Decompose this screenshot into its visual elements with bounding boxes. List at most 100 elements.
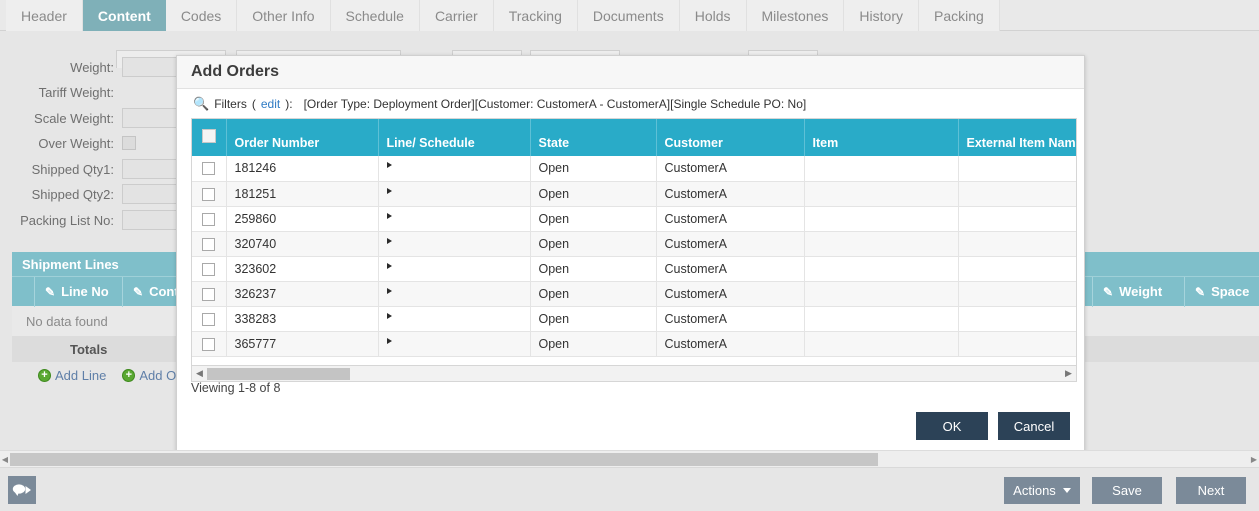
tab-codes[interactable]: Codes: [165, 0, 238, 31]
tab-label: Other Info: [252, 7, 315, 24]
expand-arrow-icon[interactable]: [386, 287, 392, 294]
tab-milestones[interactable]: Milestones: [746, 0, 845, 31]
row-checkbox[interactable]: [202, 212, 216, 226]
header-item[interactable]: Item: [804, 119, 959, 156]
tab-content[interactable]: Content: [82, 0, 166, 31]
page-scroll-right-arrow-icon[interactable]: ▶: [1249, 452, 1259, 467]
page-scroll-track[interactable]: [10, 452, 1249, 467]
expand-arrow-icon[interactable]: [386, 262, 392, 269]
header-external-item-name[interactable]: External Item Name: [958, 119, 1076, 156]
tab-header[interactable]: Header: [6, 0, 83, 31]
cell-line-schedule[interactable]: [378, 281, 531, 307]
tab-schedule[interactable]: Schedule: [330, 0, 420, 31]
row-checkbox-cell[interactable]: [192, 306, 227, 332]
expand-arrow-icon[interactable]: [386, 337, 392, 344]
field-label-packing-list-no: Packing List No:: [20, 212, 114, 228]
cell-order-number: 338283: [226, 306, 379, 332]
cancel-button[interactable]: Cancel: [998, 412, 1070, 440]
cell-order-number: 320740: [226, 231, 379, 257]
expand-arrow-icon[interactable]: [386, 187, 392, 194]
page-scroll-left-arrow-icon[interactable]: ◀: [0, 452, 10, 467]
tab-packing[interactable]: Packing: [918, 0, 1000, 31]
cell-line-schedule[interactable]: [378, 306, 531, 332]
cell-state: Open: [530, 231, 657, 257]
row-checkbox-cell[interactable]: [192, 156, 227, 182]
row-checkbox[interactable]: [202, 312, 216, 326]
cell-line-schedule[interactable]: [378, 256, 531, 282]
cell-line-schedule[interactable]: [378, 181, 531, 207]
row-checkbox-cell[interactable]: [192, 256, 227, 282]
cell-line-schedule[interactable]: [378, 231, 531, 257]
row-checkbox[interactable]: [202, 262, 216, 276]
tab-holds[interactable]: Holds: [679, 0, 747, 31]
select-all-checkbox[interactable]: [201, 129, 216, 143]
cell-customer: CustomerA: [656, 331, 805, 357]
expand-arrow-icon[interactable]: [386, 312, 392, 319]
column-weight[interactable]: ✎ Weight: [1092, 276, 1184, 307]
header-line-schedule[interactable]: Line/ Schedule: [378, 119, 531, 156]
application-window: Header Content Codes Other Info Schedule…: [0, 0, 1259, 511]
dialog-button-group: OK Cancel: [916, 412, 1070, 440]
tab-history[interactable]: History: [844, 0, 919, 31]
table-row[interactable]: 323602 Open CustomerA: [192, 256, 1076, 282]
table-row[interactable]: 320740 Open CustomerA: [192, 231, 1076, 257]
page-scroll-thumb[interactable]: [10, 452, 878, 466]
plus-circle-icon: +: [38, 368, 51, 382]
pencil-icon: ✎: [1103, 284, 1114, 299]
table-row[interactable]: 181251 Open CustomerA: [192, 181, 1076, 207]
add-line-link[interactable]: + Add Line: [38, 368, 106, 383]
cell-line-schedule[interactable]: [378, 331, 531, 357]
row-checkbox[interactable]: [202, 237, 216, 251]
chat-button[interactable]: [8, 476, 36, 504]
grid-scroll-track[interactable]: [207, 367, 1061, 381]
ok-button[interactable]: OK: [916, 412, 988, 440]
row-checkbox-cell[interactable]: [192, 331, 227, 357]
row-checkbox-cell[interactable]: [192, 181, 227, 207]
next-button[interactable]: Next: [1176, 477, 1246, 504]
orders-table: Order Number Line/ Schedule State Custom…: [192, 119, 1076, 357]
column-space[interactable]: ✎ Space: [1184, 276, 1259, 307]
table-row[interactable]: 338283 Open CustomerA: [192, 306, 1076, 332]
row-checkbox-cell[interactable]: [192, 231, 227, 257]
scroll-left-arrow-icon[interactable]: ◀: [192, 367, 207, 381]
page-horizontal-scrollbar[interactable]: ◀ ▶: [0, 450, 1259, 467]
table-row[interactable]: 259860 Open CustomerA: [192, 206, 1076, 232]
scroll-right-arrow-icon[interactable]: ▶: [1061, 367, 1076, 381]
row-checkbox[interactable]: [202, 162, 216, 176]
cell-state: Open: [530, 206, 657, 232]
table-row[interactable]: 181246 Open CustomerA: [192, 156, 1076, 182]
tab-tracking[interactable]: Tracking: [493, 0, 578, 31]
cell-line-schedule[interactable]: [378, 206, 531, 232]
select-all-header[interactable]: [192, 119, 227, 156]
save-button[interactable]: Save: [1092, 477, 1162, 504]
over-weight-checkbox[interactable]: [122, 136, 136, 150]
table-row[interactable]: 326237 Open CustomerA: [192, 281, 1076, 307]
cell-state: Open: [530, 181, 657, 207]
header-state[interactable]: State: [530, 119, 657, 156]
grid-horizontal-scrollbar[interactable]: ◀ ▶: [191, 366, 1077, 382]
cell-line-schedule[interactable]: [378, 156, 531, 182]
table-row[interactable]: 365777 Open CustomerA: [192, 331, 1076, 357]
pencil-icon: ✎: [133, 284, 144, 299]
tab-documents[interactable]: Documents: [577, 0, 680, 31]
cell-external-item-name: [958, 156, 1076, 182]
tab-label: Content: [97, 7, 151, 24]
row-checkbox[interactable]: [202, 187, 216, 201]
tab-other-info[interactable]: Other Info: [237, 0, 331, 31]
tab-carrier[interactable]: Carrier: [419, 0, 494, 31]
expand-arrow-icon[interactable]: [386, 237, 392, 244]
row-checkbox-cell[interactable]: [192, 281, 227, 307]
column-line-no[interactable]: ✎ Line No: [34, 276, 122, 307]
row-checkbox[interactable]: [202, 287, 216, 301]
row-checkbox[interactable]: [202, 337, 216, 351]
filters-edit-link[interactable]: edit: [261, 97, 280, 111]
actions-label: Actions: [1013, 483, 1056, 498]
column-label: Weight: [1119, 284, 1163, 299]
row-checkbox-cell[interactable]: [192, 206, 227, 232]
grid-scroll-thumb[interactable]: [207, 367, 350, 380]
expand-arrow-icon[interactable]: [386, 162, 392, 169]
expand-arrow-icon[interactable]: [386, 212, 392, 219]
header-order-number[interactable]: Order Number: [226, 119, 379, 156]
header-customer[interactable]: Customer: [656, 119, 805, 156]
actions-button[interactable]: Actions: [1004, 477, 1080, 504]
